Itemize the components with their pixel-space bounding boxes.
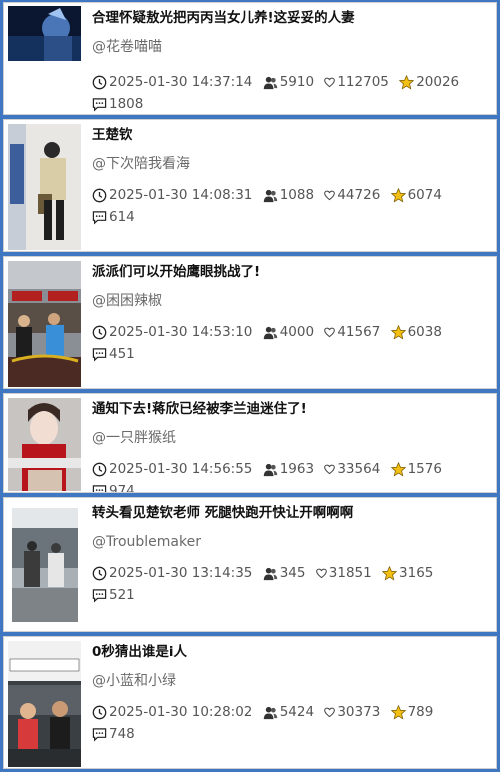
heart-icon [324, 464, 336, 475]
comments-count: 974 [109, 483, 135, 493]
heart-icon [324, 190, 336, 201]
list-item[interactable]: 转头看见楚钦老师 死腿快跑开快让开啊啊啊 @Troublemaker 2025-… [3, 497, 497, 632]
likes-count: 31851 [328, 565, 372, 581]
heart-icon [324, 707, 336, 718]
stars-count: 6074 [407, 187, 442, 203]
item-title[interactable]: 派派们可以开始鹰眼挑战了! [92, 263, 488, 281]
users-icon [263, 188, 278, 203]
stars-count: 789 [407, 704, 434, 720]
clock-icon [92, 566, 107, 581]
fans-count: 345 [279, 565, 306, 581]
comment-icon [92, 210, 107, 225]
item-meta: 2025-01-30 13:14:35 345 31851 3165 521 [92, 562, 486, 606]
item-author[interactable]: @下次陪我看海 [92, 155, 190, 173]
video-thumbnail[interactable] [8, 6, 81, 61]
item-title[interactable]: 王楚钦 [92, 126, 488, 144]
clock-icon [92, 325, 107, 340]
likes-count: 44726 [337, 187, 381, 203]
comment-icon [92, 484, 107, 492]
users-icon [263, 75, 278, 90]
comments-count: 521 [109, 587, 135, 603]
list-item[interactable]: 合理怀疑敖光把丙丙当女儿养!这妥妥的人妻 @花卷喵喵 2025-01-30 14… [3, 2, 497, 115]
star-icon [390, 187, 406, 203]
likes-count: 41567 [337, 324, 381, 340]
video-thumbnail[interactable] [8, 124, 81, 250]
publish-time: 2025-01-30 14:56:55 [109, 461, 253, 477]
list-item[interactable]: 王楚钦 @下次陪我看海 2025-01-30 14:08:31 1088 447… [3, 119, 497, 252]
likes-count: 30373 [337, 704, 381, 720]
comments-count: 1808 [109, 96, 144, 112]
fans-count: 1088 [279, 187, 315, 203]
item-author[interactable]: @困困辣椒 [92, 292, 162, 310]
star-icon [390, 461, 406, 477]
publish-time: 2025-01-30 13:14:35 [109, 565, 253, 581]
clock-icon [92, 705, 107, 720]
heart-icon [324, 77, 336, 88]
clock-icon [92, 75, 107, 90]
publish-time: 2025-01-30 10:28:02 [109, 704, 253, 720]
stars-count: 6038 [407, 324, 442, 340]
star-icon [382, 565, 398, 581]
item-meta: 2025-01-30 14:53:10 4000 41567 6038 451 [92, 321, 486, 365]
heart-icon [315, 568, 327, 579]
item-title[interactable]: 转头看见楚钦老师 死腿快跑开快让开啊啊啊 [92, 504, 488, 522]
comments-count: 451 [109, 346, 135, 362]
comment-icon [92, 97, 107, 112]
item-author[interactable]: @Troublemaker [92, 533, 201, 551]
users-icon [263, 325, 278, 340]
comment-icon [92, 727, 107, 742]
users-icon [263, 705, 278, 720]
clock-icon [92, 188, 107, 203]
item-author[interactable]: @一只胖猴纸 [92, 429, 176, 447]
item-meta: 2025-01-30 14:08:31 1088 44726 6074 614 [92, 184, 486, 228]
item-author[interactable]: @小蓝和小绿 [92, 672, 176, 690]
fans-count: 4000 [279, 324, 315, 340]
comments-count: 614 [109, 209, 135, 225]
stars-count: 1576 [407, 461, 442, 477]
likes-count: 33564 [337, 461, 381, 477]
list-item[interactable]: 派派们可以开始鹰眼挑战了! @困困辣椒 2025-01-30 14:53:10 … [3, 256, 497, 389]
video-thumbnail[interactable] [8, 641, 81, 767]
item-title[interactable]: 合理怀疑敖光把丙丙当女儿养!这妥妥的人妻 [92, 9, 488, 27]
list-item[interactable]: 通知下去!蒋欣已经被李兰迪迷住了! @一只胖猴纸 2025-01-30 14:5… [3, 393, 497, 493]
video-thumbnail[interactable] [12, 508, 78, 622]
item-title[interactable]: 0秒猜出谁是i人 [92, 643, 488, 661]
publish-time: 2025-01-30 14:08:31 [109, 187, 253, 203]
users-icon [263, 462, 278, 477]
item-title[interactable]: 通知下去!蒋欣已经被李兰迪迷住了! [92, 400, 488, 418]
users-icon [263, 566, 278, 581]
video-feed: 合理怀疑敖光把丙丙当女儿养!这妥妥的人妻 @花卷喵喵 2025-01-30 14… [0, 0, 500, 772]
list-item[interactable]: 0秒猜出谁是i人 @小蓝和小绿 2025-01-30 10:28:02 5424… [3, 636, 497, 769]
video-thumbnail[interactable] [8, 398, 81, 491]
fans-count: 1963 [279, 461, 315, 477]
publish-time: 2025-01-30 14:37:14 [109, 74, 253, 90]
star-icon [390, 324, 406, 340]
clock-icon [92, 462, 107, 477]
comment-icon [92, 588, 107, 603]
likes-count: 112705 [337, 74, 389, 90]
item-meta: 2025-01-30 14:37:14 5910 112705 20026 18… [92, 71, 486, 114]
comment-icon [92, 347, 107, 362]
heart-icon [324, 327, 336, 338]
star-icon [399, 74, 415, 90]
publish-time: 2025-01-30 14:53:10 [109, 324, 253, 340]
item-meta: 2025-01-30 10:28:02 5424 30373 789 748 [92, 701, 486, 745]
stars-count: 3165 [399, 565, 434, 581]
item-author[interactable]: @花卷喵喵 [92, 38, 162, 56]
fans-count: 5910 [279, 74, 315, 90]
video-thumbnail[interactable] [8, 261, 81, 387]
fans-count: 5424 [279, 704, 315, 720]
star-icon [390, 704, 406, 720]
item-meta: 2025-01-30 14:56:55 1963 33564 1576 974 [92, 458, 486, 493]
comments-count: 748 [109, 726, 135, 742]
stars-count: 20026 [416, 74, 460, 90]
